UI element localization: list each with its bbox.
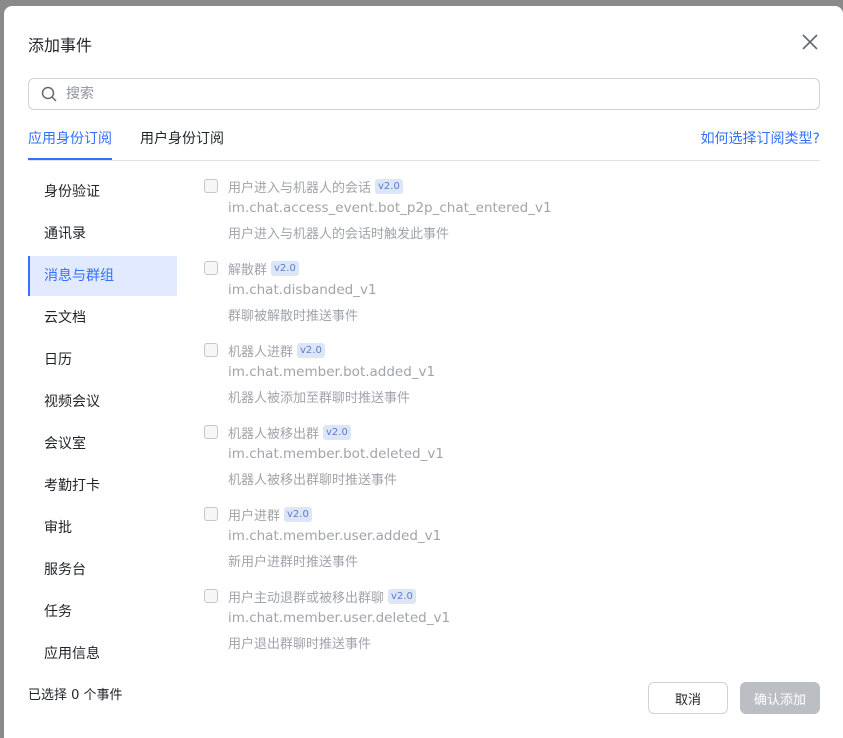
event-checkbox[interactable] bbox=[204, 343, 218, 357]
sidebar-item-approval[interactable]: 审批 bbox=[28, 508, 177, 548]
list-item: 解散群 v2.0 im.chat.disbanded_v1 群聊被解散时推送事件 bbox=[202, 256, 822, 338]
event-key: im.chat.disbanded_v1 bbox=[228, 282, 377, 298]
add-event-dialog: 添加事件 应用身份订阅 用户身份订阅 如何选择订阅类型? 身份验证 通讯录 消息… bbox=[4, 6, 843, 738]
event-name: 用户进群 bbox=[228, 509, 281, 524]
list-item: 用户进群 v2.0 im.chat.member.user.added_v1 新… bbox=[202, 502, 822, 584]
close-icon[interactable] bbox=[798, 30, 822, 54]
sidebar-item-helpdesk[interactable]: 服务台 bbox=[28, 550, 177, 590]
event-key: im.chat.member.bot.deleted_v1 bbox=[228, 446, 444, 462]
sidebar-item-messages[interactable]: 消息与群组 bbox=[28, 256, 177, 296]
event-name: 机器人进群 bbox=[228, 345, 294, 360]
sidebar-item-meeting-room[interactable]: 会议室 bbox=[28, 424, 177, 464]
sidebar-item-calendar[interactable]: 日历 bbox=[28, 340, 177, 380]
version-badge: v2.0 bbox=[323, 425, 351, 440]
list-item: 用户主动退群或被移出群聊 v2.0 im.chat.member.user.de… bbox=[202, 584, 822, 660]
version-badge: v2.0 bbox=[284, 507, 312, 522]
event-key: im.chat.access_event.bot_p2p_chat_entere… bbox=[228, 200, 552, 216]
event-key: im.chat.member.bot.added_v1 bbox=[228, 364, 436, 380]
sidebar-item-identity[interactable]: 身份验证 bbox=[28, 172, 177, 212]
event-checkbox[interactable] bbox=[204, 179, 218, 193]
search-input[interactable] bbox=[64, 79, 819, 109]
list-item: 机器人被移出群 v2.0 im.chat.member.bot.deleted_… bbox=[202, 420, 822, 502]
selected-count: 已选择 0 个事件 bbox=[28, 688, 123, 703]
category-sidebar: 身份验证 通讯录 消息与群组 云文档 日历 视频会议 会议室 考勤打卡 审批 服… bbox=[28, 172, 177, 662]
event-name: 用户主动退群或被移出群聊 bbox=[228, 591, 385, 606]
version-badge: v2.0 bbox=[388, 589, 416, 604]
event-description: 新用户进群时推送事件 bbox=[228, 555, 359, 570]
version-badge: v2.0 bbox=[297, 343, 325, 358]
event-key: im.chat.member.user.deleted_v1 bbox=[228, 610, 451, 626]
event-key: im.chat.member.user.added_v1 bbox=[228, 528, 442, 544]
subscription-tabs: 应用身份订阅 用户身份订阅 如何选择订阅类型? bbox=[28, 126, 820, 161]
event-name: 机器人被移出群 bbox=[228, 427, 320, 442]
sidebar-item-video-meeting[interactable]: 视频会议 bbox=[28, 382, 177, 422]
sidebar-item-tasks[interactable]: 任务 bbox=[28, 592, 177, 632]
event-name: 解散群 bbox=[228, 263, 268, 278]
event-description: 机器人被移出群聊时推送事件 bbox=[228, 473, 398, 488]
tab-user-identity[interactable]: 用户身份订阅 bbox=[140, 128, 224, 160]
event-checkbox[interactable] bbox=[204, 589, 218, 603]
cancel-button[interactable]: 取消 bbox=[648, 682, 728, 714]
event-description: 机器人被添加至群聊时推送事件 bbox=[228, 391, 411, 406]
version-badge: v2.0 bbox=[271, 261, 299, 276]
sidebar-item-app-info[interactable]: 应用信息 bbox=[28, 634, 177, 662]
event-list: 用户进入与机器人的会话 v2.0 im.chat.access_event.bo… bbox=[202, 174, 822, 660]
event-description: 用户进入与机器人的会话时触发此事件 bbox=[228, 227, 450, 242]
version-badge: v2.0 bbox=[375, 179, 403, 194]
event-checkbox[interactable] bbox=[204, 261, 218, 275]
sidebar-item-attendance[interactable]: 考勤打卡 bbox=[28, 466, 177, 506]
confirm-add-button[interactable]: 确认添加 bbox=[740, 682, 820, 714]
sidebar-item-contacts[interactable]: 通讯录 bbox=[28, 214, 177, 254]
sidebar-item-docs[interactable]: 云文档 bbox=[28, 298, 177, 338]
search-icon bbox=[40, 85, 58, 103]
event-description: 群聊被解散时推送事件 bbox=[228, 309, 359, 324]
event-name: 用户进入与机器人的会话 bbox=[228, 181, 372, 196]
event-checkbox[interactable] bbox=[204, 507, 218, 521]
dialog-title: 添加事件 bbox=[28, 36, 93, 55]
search-box bbox=[28, 78, 820, 110]
event-checkbox[interactable] bbox=[204, 425, 218, 439]
event-description: 用户退出群聊时推送事件 bbox=[228, 637, 372, 652]
help-link[interactable]: 如何选择订阅类型? bbox=[701, 128, 820, 148]
list-item: 机器人进群 v2.0 im.chat.member.bot.added_v1 机… bbox=[202, 338, 822, 420]
tab-app-identity[interactable]: 应用身份订阅 bbox=[28, 128, 112, 160]
list-item: 用户进入与机器人的会话 v2.0 im.chat.access_event.bo… bbox=[202, 174, 822, 256]
